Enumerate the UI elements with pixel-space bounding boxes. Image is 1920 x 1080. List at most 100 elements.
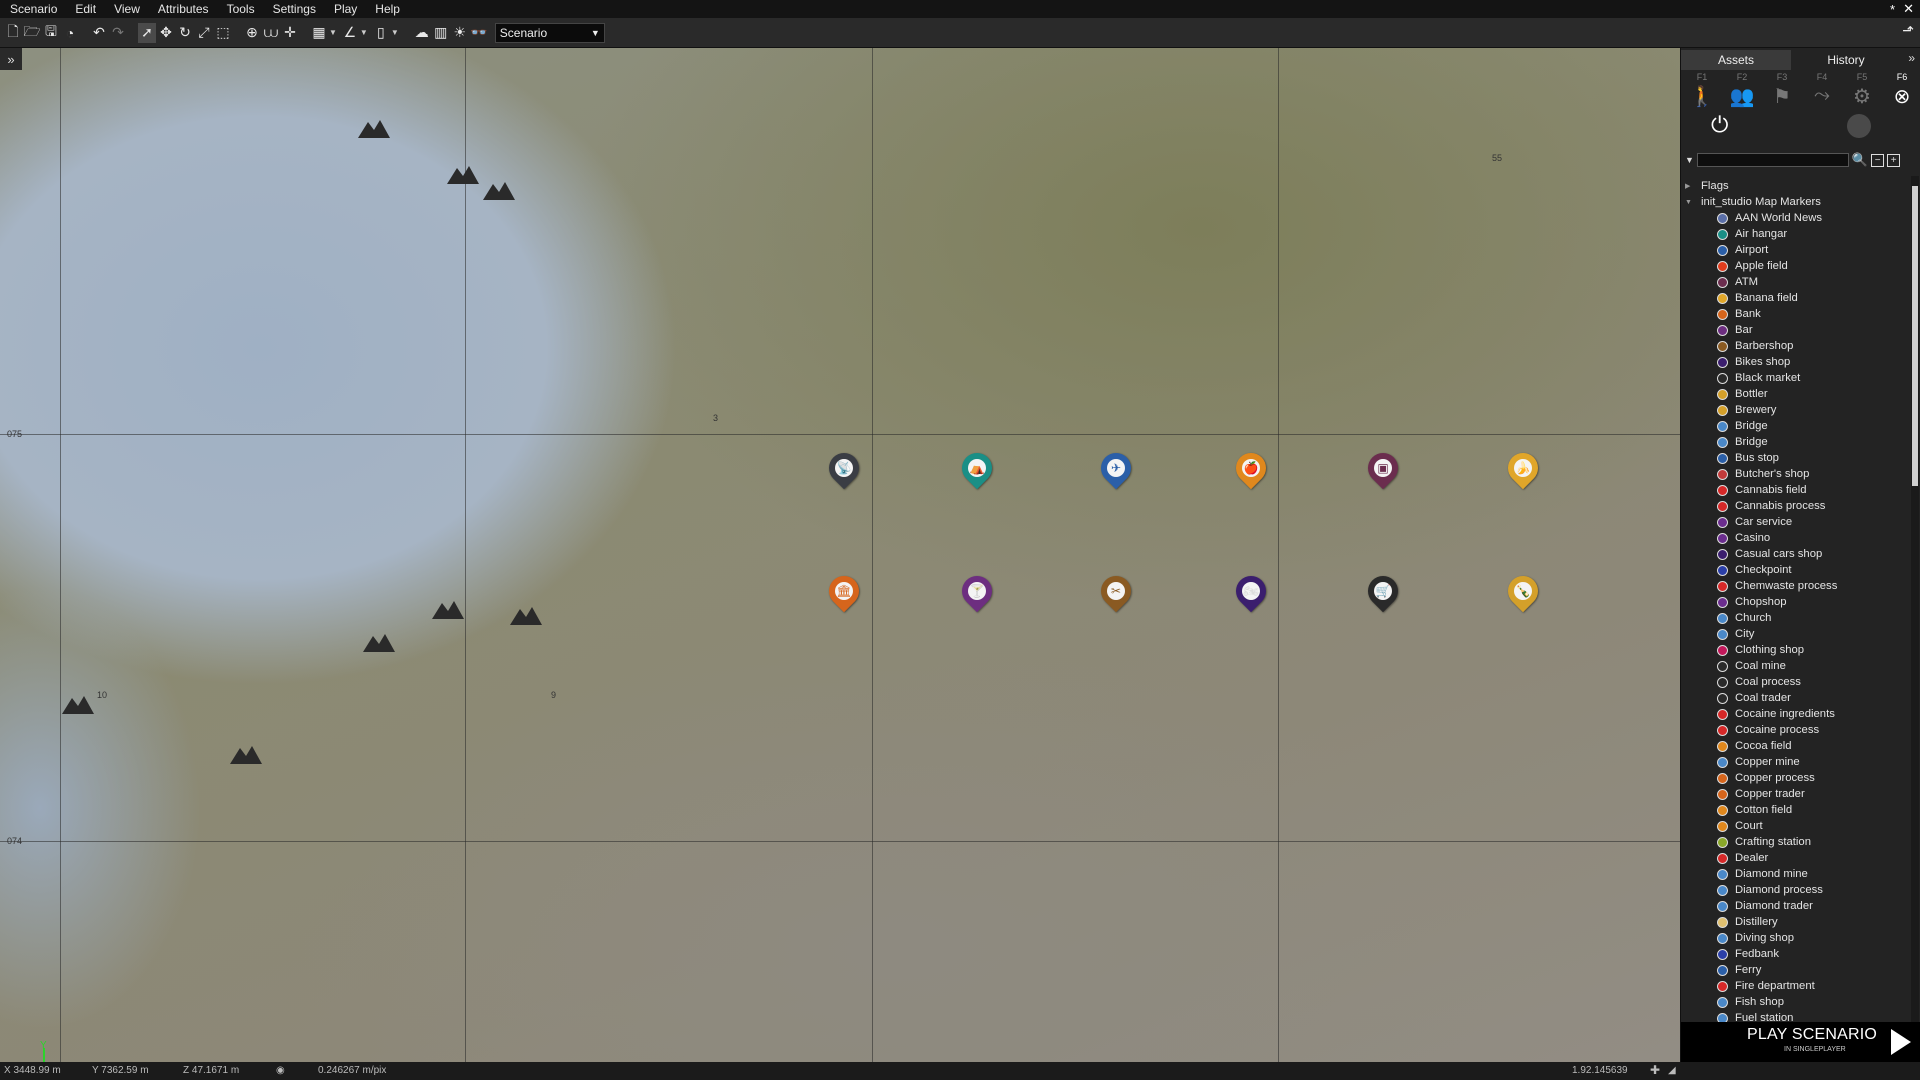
tree-item-marker[interactable]: Diamond trader [1685,898,1905,914]
menu-scenario[interactable]: Scenario [0,2,66,16]
area-select-icon[interactable]: ⬚ [214,23,232,43]
scrollbar-thumb[interactable] [1912,186,1918,486]
play-scenario-button[interactable]: PLAY SCENARIO IN SINGLEPLAYER [1681,1022,1920,1062]
tree-item-marker[interactable]: Dealer [1685,850,1905,866]
tree-item-marker[interactable]: Barbershop [1685,338,1905,354]
search-input[interactable] [1696,153,1849,167]
tree-item-marker[interactable]: Coal mine [1685,658,1905,674]
tree-item-marker[interactable]: Church [1685,610,1905,626]
map-marker-apple-field[interactable]: 🍎 [1229,446,1273,493]
tree-item-marker[interactable]: Bridge [1685,434,1905,450]
eye-icon[interactable]: ◉ [276,1065,285,1076]
map-marker-barbershop[interactable]: ✂ [1094,569,1138,616]
tree-item-marker[interactable]: Banana field [1685,290,1905,306]
search-icon[interactable]: 🔍 [1852,152,1868,168]
collapse-panel-icon[interactable]: » [1908,51,1915,65]
grid-dropdown-icon[interactable]: ▼ [329,28,337,37]
tree-item-marker[interactable]: Bridge [1685,418,1905,434]
tree-item-marker[interactable]: Clothing shop [1685,642,1905,658]
angle-snap-icon[interactable]: ∠ [341,23,359,43]
tree-item-marker[interactable]: Bottler [1685,386,1905,402]
menu-help[interactable]: Help [366,2,409,16]
chevron-down-icon[interactable]: ▼ [1685,199,1697,206]
tree-item-marker[interactable]: Casino [1685,530,1905,546]
tree-item-marker[interactable]: Casual cars shop [1685,546,1905,562]
tree-item-marker[interactable]: Fire department [1685,978,1905,994]
tree-item-marker[interactable]: Bikes shop [1685,354,1905,370]
expand-left-panel-button[interactable]: » [0,48,22,70]
menu-settings[interactable]: Settings [264,2,325,16]
tree-item-marker[interactable]: Cocoa field [1685,738,1905,754]
scale-dropdown-icon[interactable]: ▼ [391,28,399,37]
new-file-icon[interactable]: 🗋 [4,23,22,43]
tree-item-marker[interactable]: Cocaine ingredients [1685,706,1905,722]
tree-item-marker[interactable]: Distillery [1685,914,1905,930]
tree-item-marker[interactable]: Cocaine process [1685,722,1905,738]
tree-item-marker[interactable]: Butcher's shop [1685,466,1905,482]
tree-item-marker[interactable]: Diving shop [1685,930,1905,946]
tab-assets[interactable]: Assets [1681,50,1791,70]
rotate-tool-icon[interactable]: ↻ [176,23,194,43]
map-marker-banana-field[interactable]: 🍌 [1501,446,1545,493]
angle-dropdown-icon[interactable]: ▼ [360,28,368,37]
tree-item-marker[interactable]: Air hangar [1685,226,1905,242]
tree-item-marker[interactable]: Copper process [1685,770,1905,786]
menu-edit[interactable]: Edit [66,2,105,16]
map-marker-bottler[interactable]: 🍾 [1501,569,1545,616]
tree-item-marker[interactable]: Copper trader [1685,786,1905,802]
globe-icon[interactable]: ⊕ [243,23,261,43]
tree-node-flags[interactable]: ▶ Flags [1685,178,1905,194]
map-textures-icon[interactable]: ▥ [432,23,450,43]
icon-markers-subcategory-icon[interactable]: ⏻ [1711,112,1728,138]
weather-icon[interactable]: ☁ [413,23,431,43]
tree-item-marker[interactable]: Coal trader [1685,690,1905,706]
tab-history[interactable]: History [1791,50,1901,70]
tree-scrollbar[interactable] [1911,176,1919,1036]
open-folder-icon[interactable]: 🗁 [23,23,41,43]
map-marker-bikes-shop[interactable]: 🏍 [1229,569,1273,616]
tree-item-marker[interactable]: Black market [1685,370,1905,386]
tree-item-marker[interactable]: Diamond mine [1685,866,1905,882]
category-modules[interactable]: F5 ⚙ [1847,72,1877,112]
tree-item-marker[interactable]: Fish shop [1685,994,1905,1010]
pin-icon[interactable]: * [1890,2,1895,17]
lighting-icon[interactable]: ☀ [451,23,469,43]
tree-item-marker[interactable]: Crafting station [1685,834,1905,850]
grid-icon[interactable]: ▦ [310,23,328,43]
tree-item-marker[interactable]: Cannabis field [1685,482,1905,498]
category-groups[interactable]: F2 👥 [1727,72,1757,112]
map-marker-radio-tower[interactable]: 📡 [822,446,866,493]
category-triggers[interactable]: F3 ⚑ [1767,72,1797,112]
expand-all-icon[interactable]: + [1887,153,1901,167]
map-marker-atm[interactable]: ▣ [1361,446,1405,493]
tree-item-marker[interactable]: Bar [1685,322,1905,338]
tree-item-marker[interactable]: Apple field [1685,258,1905,274]
tree-item-marker[interactable]: Car service [1685,514,1905,530]
tree-item-marker[interactable]: Bus stop [1685,450,1905,466]
tree-item-marker[interactable]: Chemwaste process [1685,578,1905,594]
collapse-all-icon[interactable]: − [1871,153,1885,167]
tree-item-marker[interactable]: ATM [1685,274,1905,290]
publish-share-icon[interactable]: ⬏ [1902,22,1914,39]
tree-item-marker[interactable]: Court [1685,818,1905,834]
scale-tool-icon[interactable]: ⤢ [195,23,213,43]
map-marker-bar[interactable]: 🍸 [955,569,999,616]
menu-view[interactable]: View [105,2,149,16]
tree-item-marker[interactable]: Chopshop [1685,594,1905,610]
tree-item-marker[interactable]: Brewery [1685,402,1905,418]
publish-icon[interactable]: ◔ [61,23,79,43]
vertical-mode-icon[interactable]: ✛ [281,23,299,43]
scenario-select[interactable]: Scenario ▼ [494,22,605,43]
move-tool-icon[interactable]: ✥ [157,23,175,43]
tree-item-marker[interactable]: Cannabis process [1685,498,1905,514]
category-objects[interactable]: F1 🚶 [1687,72,1717,112]
surface-snap-icon[interactable]: ⩊ [262,23,280,43]
menu-tools[interactable]: Tools [218,2,264,16]
map-marker-black-market[interactable]: 🛒 [1361,569,1405,616]
tree-item-marker[interactable]: Copper mine [1685,754,1905,770]
tree-item-marker[interactable]: Airport [1685,242,1905,258]
chevron-right-icon[interactable]: ▶ [1685,182,1697,190]
vision-icon[interactable]: 👓 [470,23,488,43]
map-marker-air-hangar[interactable]: ⛺ [955,446,999,493]
tree-item-marker[interactable]: Ferry [1685,962,1905,978]
